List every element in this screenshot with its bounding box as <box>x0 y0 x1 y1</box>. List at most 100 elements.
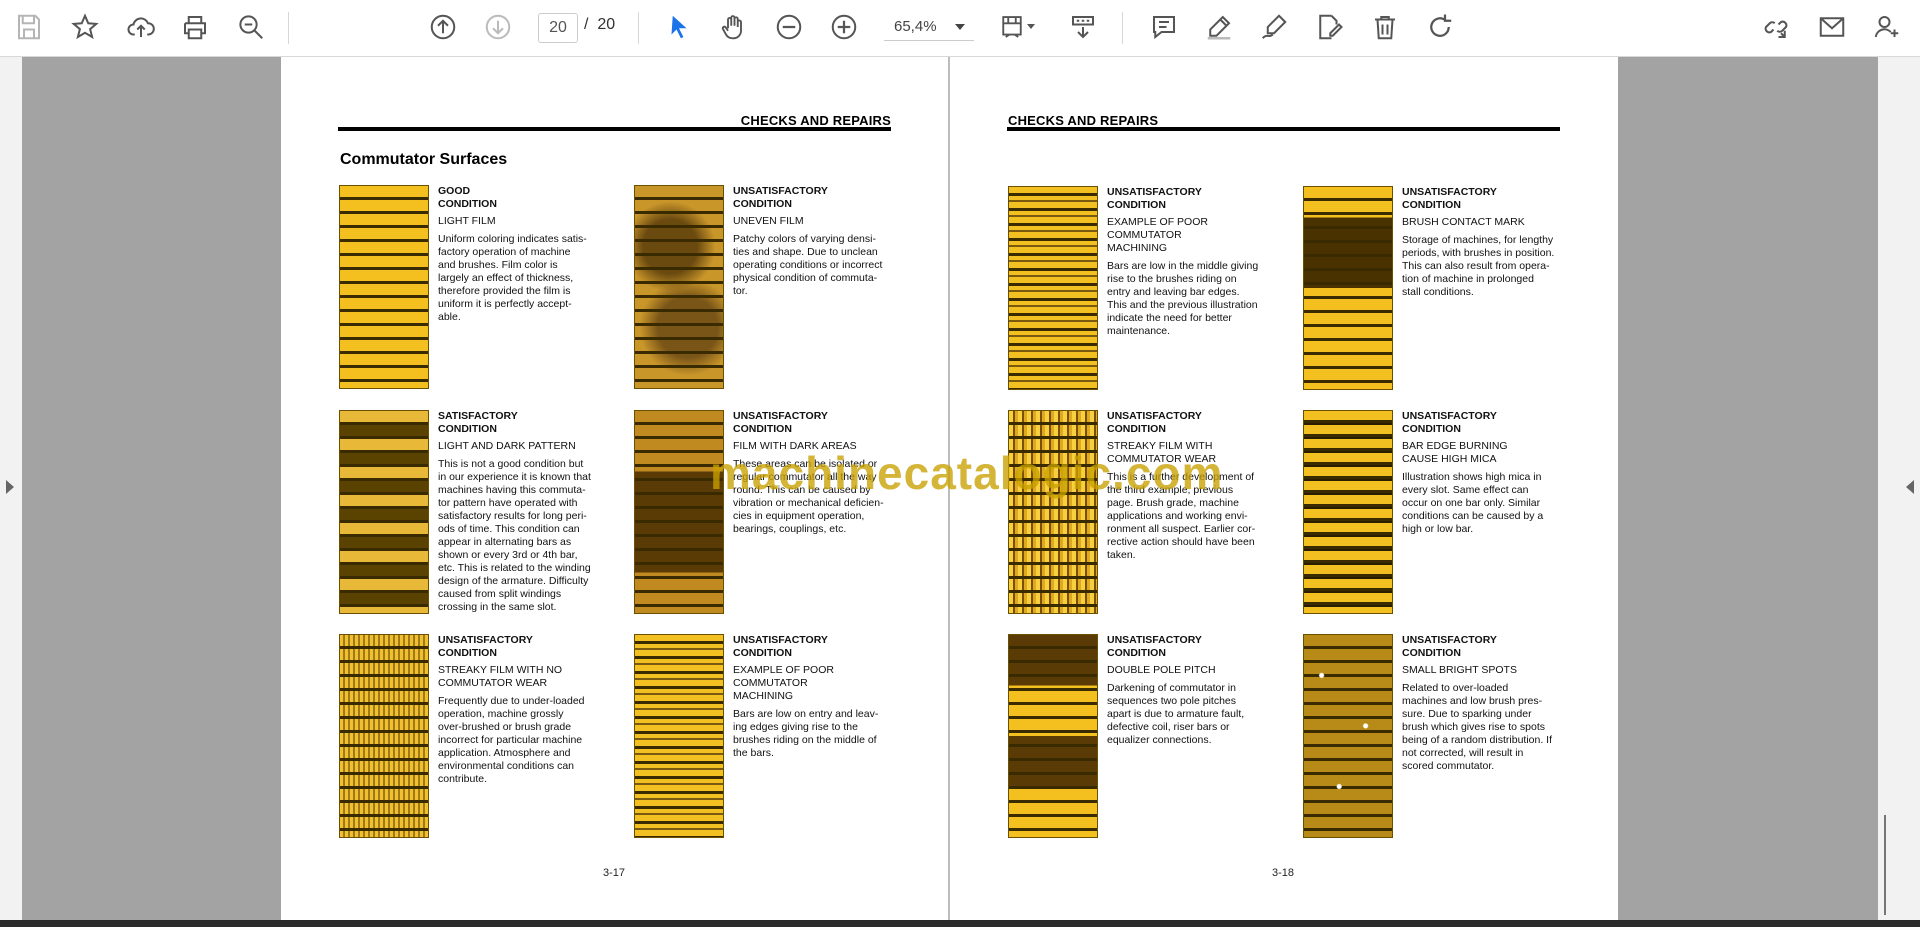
commutator-image <box>1303 410 1393 614</box>
entry-subtitle: DOUBLE POLE PITCH <box>1107 664 1216 676</box>
entry-text: UNSATISFACTORY CONDITION EXAMPLE OF POOR… <box>733 634 893 760</box>
entry-condition: UNSATISFACTORY CONDITION <box>1107 634 1202 659</box>
header-rule <box>1007 127 1560 131</box>
vertical-scrollbar[interactable] <box>1884 815 1886 915</box>
entry-text: UNSATISFACTORY CONDITION SMALL BRIGHT SP… <box>1402 634 1562 773</box>
entry-double-pole-pitch: UNSATISFACTORY CONDITION DOUBLE POLE PIT… <box>1008 634 1298 840</box>
commutator-image <box>634 634 724 838</box>
page-total: 20 <box>597 16 616 33</box>
cloud-upload-icon[interactable] <box>122 8 160 46</box>
entry-description: Bars are low on entry and leav- ing edge… <box>733 708 879 759</box>
email-icon[interactable] <box>1813 8 1851 46</box>
page-separator: / <box>584 16 589 33</box>
entry-text: UNSATISFACTORY CONDITION BAR EDGE BURNIN… <box>1402 410 1562 536</box>
chevron-down-icon[interactable] <box>955 24 965 30</box>
entry-text: UNSATISFACTORY CONDITION DOUBLE POLE PIT… <box>1107 634 1267 747</box>
entry-condition: UNSATISFACTORY CONDITION <box>1107 410 1202 435</box>
select-arrow-icon[interactable] <box>660 8 698 46</box>
entry-light-dark-pattern: SATISFACTORY CONDITION LIGHT AND DARK PA… <box>339 410 629 616</box>
entry-condition: UNSATISFACTORY CONDITION <box>733 410 828 435</box>
entry-description: Storage of machines, for lengthy periods… <box>1402 234 1555 298</box>
entry-streaky-with-wear: UNSATISFACTORY CONDITION STREAKY FILM WI… <box>1008 410 1298 616</box>
entry-subtitle: STREAKY FILM WITH NO COMMUTATOR WEAR <box>438 664 563 689</box>
commutator-image <box>1303 186 1393 390</box>
entry-uneven-film: UNSATISFACTORY CONDITION UNEVEN FILM Pat… <box>634 185 924 391</box>
commutator-image <box>339 410 429 614</box>
bookmark-star-icon[interactable] <box>66 8 104 46</box>
entry-subtitle: SMALL BRIGHT SPOTS <box>1402 664 1517 676</box>
zoom-out-icon[interactable] <box>770 8 808 46</box>
share-link-icon[interactable] <box>1757 8 1795 46</box>
right-panel-toggle-icon[interactable] <box>1906 480 1914 494</box>
entry-text: UNSATISFACTORY CONDITION UNEVEN FILM Pat… <box>733 185 893 298</box>
entry-subtitle: EXAMPLE OF POOR COMMUTATOR MACHINING <box>733 664 834 702</box>
entry-subtitle: EXAMPLE OF POOR COMMUTATOR MACHINING <box>1107 216 1208 254</box>
zoom-in-icon[interactable] <box>825 8 863 46</box>
sign-pen-icon[interactable] <box>1255 8 1293 46</box>
toolbar-separator <box>288 12 289 44</box>
page-number-input[interactable]: 20 <box>538 13 578 43</box>
commutator-image <box>1008 410 1098 614</box>
toolbar: 20 / 20 65,4% <box>0 0 1920 57</box>
edit-document-icon[interactable] <box>1310 8 1348 46</box>
entry-text: UNSATISFACTORY CONDITION EXAMPLE OF POOR… <box>1107 186 1267 338</box>
entry-small-bright-spots: UNSATISFACTORY CONDITION SMALL BRIGHT SP… <box>1303 634 1593 840</box>
entry-film-dark-areas: UNSATISFACTORY CONDITION FILM WITH DARK … <box>634 410 924 616</box>
toolbar-separator <box>1122 12 1123 44</box>
entry-good-light-film: GOOD CONDITION LIGHT FILM Uniform colori… <box>339 185 629 391</box>
entry-description: Related to over-loaded machines and low … <box>1402 682 1553 772</box>
entry-description: Illustration shows high mica in every sl… <box>1402 471 1544 535</box>
page-number: 3-17 <box>603 867 626 879</box>
highlight-pen-icon[interactable] <box>1200 8 1238 46</box>
entry-text: SATISFACTORY CONDITION LIGHT AND DARK PA… <box>438 410 598 614</box>
entry-subtitle: BRUSH CONTACT MARK <box>1402 216 1525 228</box>
entry-subtitle: LIGHT AND DARK PATTERN <box>438 440 576 452</box>
page-header: CHECKS AND REPAIRS <box>1008 113 1159 128</box>
entry-condition: SATISFACTORY CONDITION <box>438 410 518 435</box>
entry-streaky-no-wear: UNSATISFACTORY CONDITION STREAKY FILM WI… <box>339 634 629 840</box>
entry-condition: UNSATISFACTORY CONDITION <box>1402 634 1497 659</box>
page-header: CHECKS AND REPAIRS <box>740 113 891 128</box>
watermark: machinecatalogic.com <box>710 447 1224 499</box>
entry-condition: GOOD CONDITION <box>438 185 497 210</box>
commutator-image <box>339 634 429 838</box>
fit-page-icon[interactable] <box>993 8 1035 46</box>
comment-icon[interactable] <box>1145 8 1183 46</box>
entry-subtitle: BAR EDGE BURNING CAUSE HIGH MICA <box>1402 440 1508 465</box>
entry-brush-contact-mark: UNSATISFACTORY CONDITION BRUSH CONTACT M… <box>1303 186 1593 392</box>
entry-condition: UNSATISFACTORY CONDITION <box>1402 410 1497 435</box>
entry-description: Patchy colors of varying densi- ties and… <box>733 233 883 297</box>
commutator-image <box>1303 634 1393 838</box>
entry-description: Bars are low in the middle giving rise t… <box>1107 260 1259 337</box>
scroll-mode-icon[interactable] <box>1064 8 1102 46</box>
entry-poor-machining-middle: UNSATISFACTORY CONDITION EXAMPLE OF POOR… <box>1008 186 1298 392</box>
page-up-icon[interactable] <box>424 8 462 46</box>
delete-icon[interactable] <box>1366 8 1404 46</box>
header-rule <box>338 127 891 131</box>
entry-text: UNSATISFACTORY CONDITION STREAKY FILM WI… <box>438 634 598 786</box>
entry-description: Frequently due to under-loaded operation… <box>438 695 585 785</box>
hand-tool-icon[interactable] <box>714 8 752 46</box>
print-icon[interactable] <box>176 8 214 46</box>
page-number: 3-18 <box>1272 867 1295 879</box>
page-down-icon[interactable] <box>479 8 517 46</box>
page-count: / 20 <box>584 16 615 34</box>
entry-text: UNSATISFACTORY CONDITION BRUSH CONTACT M… <box>1402 186 1562 299</box>
entry-subtitle: LIGHT FILM <box>438 215 496 227</box>
entry-condition: UNSATISFACTORY CONDITION <box>733 634 828 659</box>
commutator-image <box>1008 186 1098 390</box>
rotate-icon[interactable] <box>1421 8 1459 46</box>
status-bar <box>0 920 1920 927</box>
add-user-icon[interactable] <box>1868 8 1906 46</box>
entry-condition: UNSATISFACTORY CONDITION <box>1402 186 1497 211</box>
entry-bar-edge-burning: UNSATISFACTORY CONDITION BAR EDGE BURNIN… <box>1303 410 1593 616</box>
entry-text: GOOD CONDITION LIGHT FILM Uniform colori… <box>438 185 598 324</box>
zoom-search-icon[interactable] <box>232 8 270 46</box>
entry-condition: UNSATISFACTORY CONDITION <box>1107 186 1202 211</box>
save-icon[interactable] <box>10 8 48 46</box>
entry-subtitle: UNEVEN FILM <box>733 215 804 227</box>
left-panel-toggle-icon[interactable] <box>6 480 14 494</box>
entry-description: Uniform coloring indicates satis- factor… <box>438 233 587 323</box>
commutator-image <box>634 185 724 389</box>
entry-description: Darkening of commutator in sequences two… <box>1107 682 1245 746</box>
